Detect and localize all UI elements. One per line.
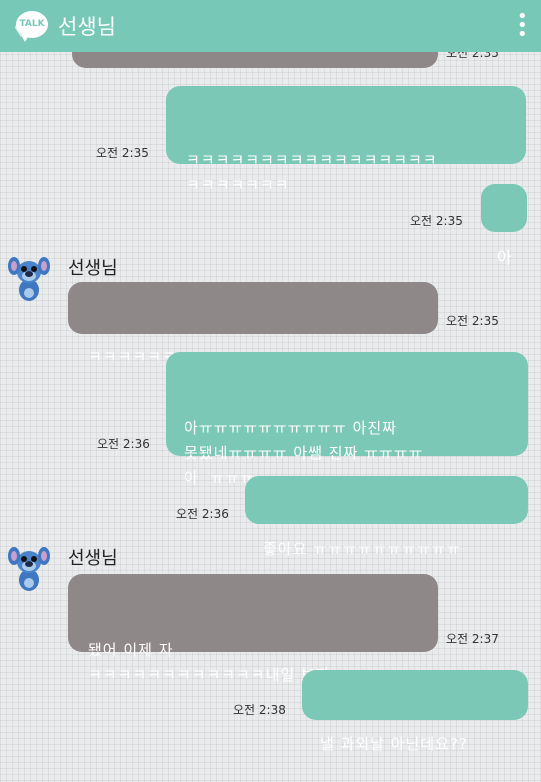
message-text: 낼 과외날 아닌데요??	[320, 735, 468, 753]
message-time: 오전 2:37	[446, 632, 499, 646]
message-time: 오전 2:35	[410, 214, 463, 228]
message-time: 오전 2:35	[446, 314, 499, 328]
sender-name: 선생님	[68, 548, 118, 569]
sender-name: 선생님	[68, 258, 118, 279]
message-text: 좋아요 ㅠㅠㅠㅠㅠㅠㅠㅠㅠㅠ	[263, 540, 462, 558]
message-bubble-sent[interactable]: 아	[481, 184, 527, 267]
more-menu-icon[interactable]: • • •	[517, 8, 528, 44]
message-text: 아	[497, 248, 513, 267]
message-bubble-sent[interactable]: ㅋㅋㅋㅋㅋㅋㅋㅋㅋㅋㅋㅋㅋㅋㅋㅋㅋ ㅋㅋㅋㅋㅋㅋㅋ	[166, 86, 526, 194]
message-time: 오전 2:38	[233, 703, 286, 717]
message-bubble-sent[interactable]: 낼 과외날 아닌데요??	[302, 670, 528, 753]
message-time: 오전 2:36	[176, 507, 229, 521]
stitch-avatar-icon[interactable]	[8, 256, 50, 302]
message-time: 오전 2:35	[96, 146, 149, 160]
chat-title: 선생님	[58, 15, 116, 39]
message-text: ㅋㅋㅋㅋㅋㅋㅋㅋㅋㅋㅋㅋㅋㅋㅋㅋㅋ ㅋㅋㅋㅋㅋㅋㅋ	[186, 151, 438, 194]
stitch-avatar-icon[interactable]	[8, 546, 50, 592]
chat-header: 〈 TALK 선생님 • • •	[0, 0, 541, 52]
message-bubble-received[interactable]: ㅋㅋㅋㅋㅋㅋㅋㅋㅋㅋㅋㅋㅋㅋㅋㅋㅋ	[68, 282, 438, 366]
message-time: 오전 2:36	[97, 437, 150, 451]
kakaotalk-logo-icon: TALK	[16, 11, 48, 42]
message-bubble-sent[interactable]: 좋아요 ㅠㅠㅠㅠㅠㅠㅠㅠㅠㅠ	[245, 476, 528, 558]
message-bubble-sent[interactable]: 아ㅠㅠㅠㅠㅠㅠㅠㅠㅠㅠ 아진짜 못됐네ㅠㅠㅠㅠ 아쌤 진짜 ㅠㅠㅠㅠ 아 ㅠㅠㅠ	[166, 352, 528, 487]
message-bubble-received[interactable]: 됐어 이제 자 ㅋㅋㅋㅋㅋㅋㅋㅋㅋㅋㅋㅋ내일 보자.	[68, 574, 438, 684]
